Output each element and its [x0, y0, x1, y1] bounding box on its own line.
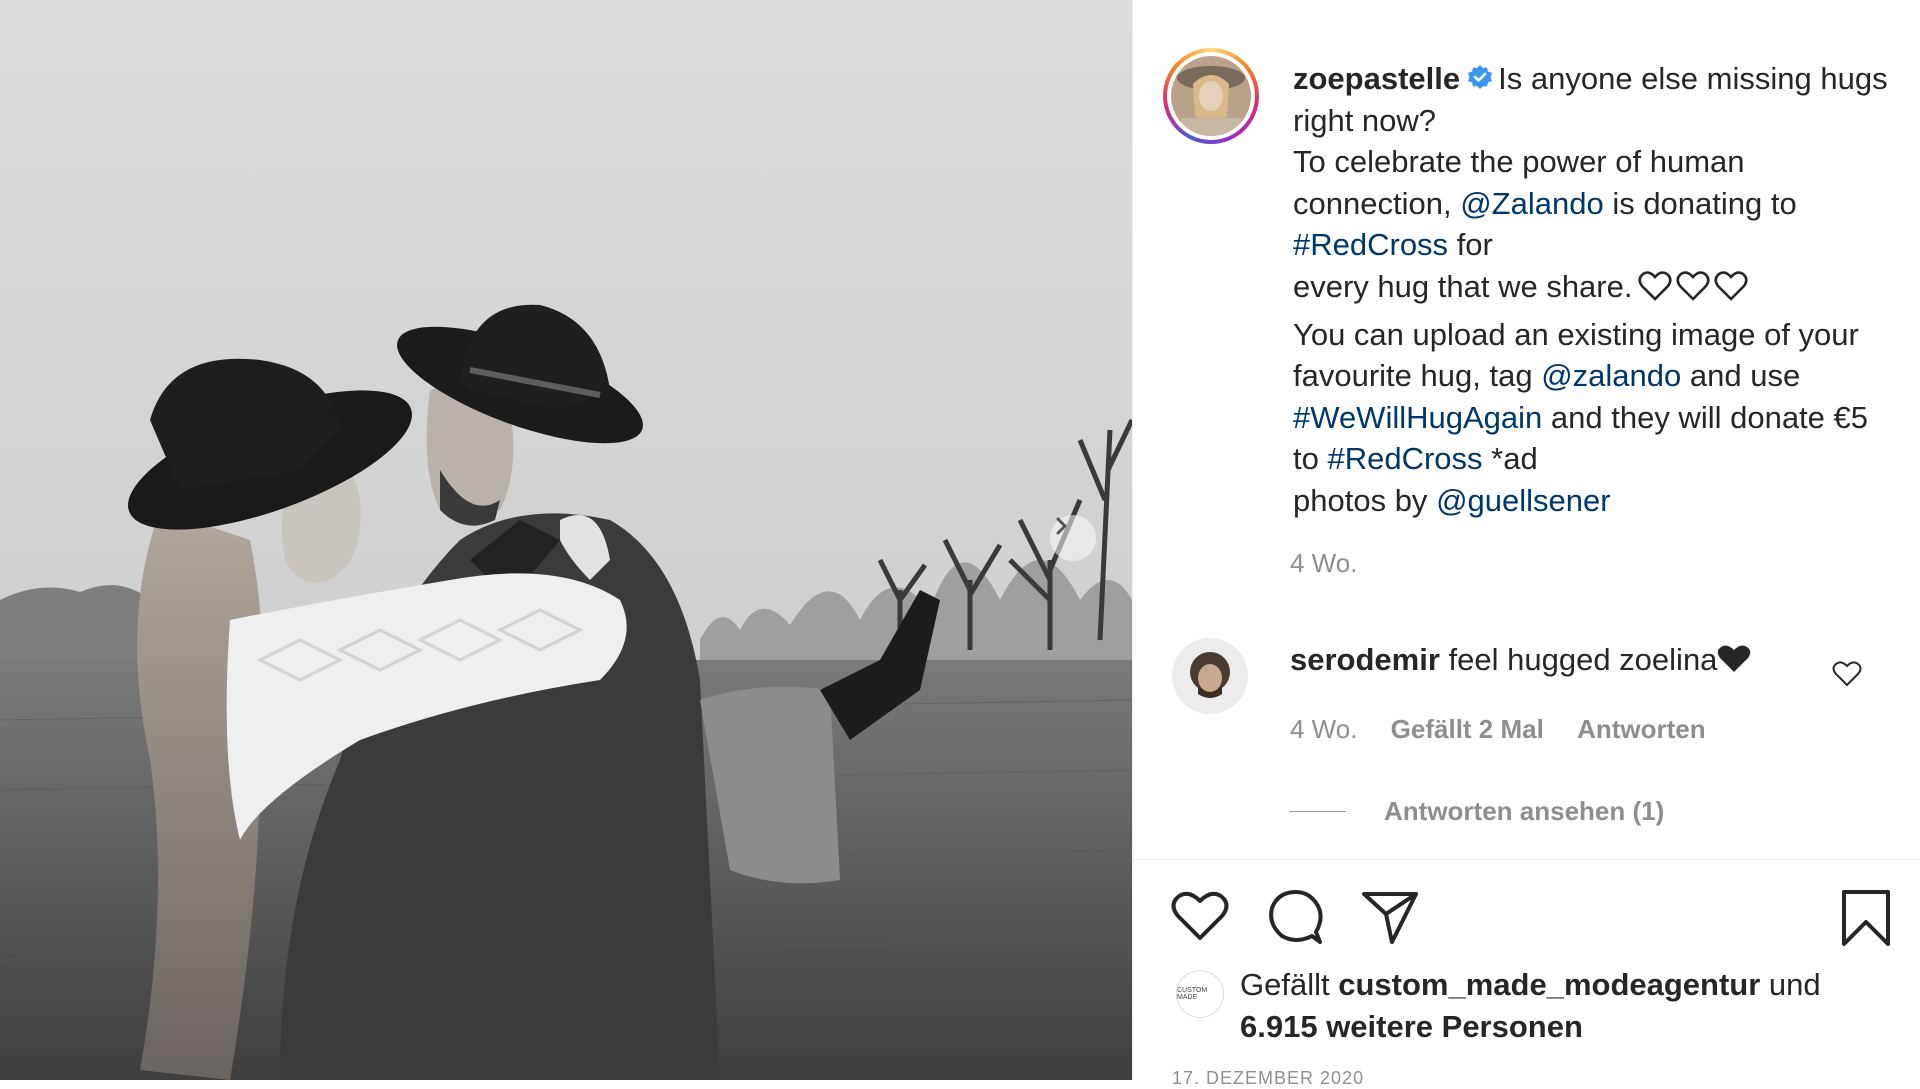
- share-button[interactable]: [1360, 888, 1420, 951]
- replies-divider: [1290, 811, 1346, 812]
- post-photo[interactable]: [0, 0, 1132, 1080]
- commenter-avatar[interactable]: [1172, 638, 1248, 714]
- profile-photo: [1171, 56, 1251, 136]
- avatar[interactable]: [1171, 56, 1251, 136]
- heart-emoji-icon: [1638, 269, 1749, 314]
- chevron-right-icon: [1056, 517, 1067, 535]
- heart-icon: [1171, 891, 1229, 940]
- caption-text: is donating to: [1612, 185, 1797, 221]
- likes-count-link[interactable]: 6.915 weitere Personen: [1240, 1009, 1583, 1044]
- liker-username[interactable]: custom_made_modeagentur: [1338, 967, 1760, 1002]
- comment-like-button[interactable]: [1832, 660, 1862, 693]
- post-date[interactable]: 17. DEZEMBER 2020: [1172, 1068, 1364, 1089]
- comment-username[interactable]: serodemir: [1290, 642, 1440, 677]
- section-divider: [1132, 859, 1920, 860]
- likes-prefix: Gefällt: [1240, 967, 1330, 1002]
- comment-text: feel hugged zoelina: [1448, 642, 1718, 677]
- story-ring[interactable]: [1163, 48, 1259, 144]
- comment-button[interactable]: [1266, 888, 1326, 951]
- black-heart-emoji-icon: [1718, 645, 1751, 672]
- caption-text: for: [1456, 227, 1493, 263]
- post-caption: zoepastelle Is anyone else missing hugs r…: [1293, 58, 1893, 522]
- verified-badge-icon: [1466, 61, 1494, 89]
- view-replies-label: Antworten ansehen (1): [1384, 796, 1665, 826]
- likes-summary: CUSTOM MADE Gefällt custom_made_modeagen…: [1176, 964, 1821, 1048]
- likes-conjunction: und: [1768, 967, 1821, 1002]
- commenter-photo: [1172, 638, 1248, 714]
- hashtag-link[interactable]: #RedCross: [1327, 441, 1482, 476]
- reply-button[interactable]: Antworten: [1577, 714, 1706, 744]
- liker-avatar[interactable]: CUSTOM MADE: [1176, 970, 1224, 1018]
- mention-link[interactable]: @Zalando: [1460, 186, 1604, 221]
- paper-plane-icon: [1362, 892, 1418, 944]
- comment: serodemir feel hugged zoelina: [1290, 642, 1751, 678]
- hashtag-link[interactable]: #RedCross: [1293, 227, 1448, 262]
- bookmark-icon: [1842, 890, 1890, 946]
- comment-meta: 4 Wo. Gefällt 2 Mal Antworten: [1290, 714, 1732, 745]
- post-timestamp[interactable]: 4 Wo.: [1290, 548, 1357, 579]
- like-button[interactable]: [1170, 888, 1230, 949]
- caption-username[interactable]: zoepastelle: [1293, 61, 1460, 96]
- hashtag-link[interactable]: #WeWillHugAgain: [1293, 400, 1542, 435]
- next-image-button[interactable]: [1050, 515, 1096, 561]
- comment-bubble-icon: [1269, 890, 1323, 944]
- post-details-panel: zoepastelle Is anyone else missing hugs r…: [1132, 0, 1920, 1080]
- heart-icon: [1832, 661, 1862, 687]
- photo-artwork: [0, 0, 1132, 1080]
- caption-text: and use: [1689, 358, 1801, 394]
- caption-text: *ad: [1491, 441, 1538, 477]
- mention-link[interactable]: @zalando: [1541, 358, 1681, 393]
- comment-likes[interactable]: Gefällt 2 Mal: [1391, 714, 1544, 744]
- comment-timestamp[interactable]: 4 Wo.: [1290, 714, 1357, 744]
- view-replies-button[interactable]: Antworten ansehen (1): [1290, 796, 1664, 827]
- liker-avatar-logo: CUSTOM MADE: [1177, 987, 1208, 1001]
- save-button[interactable]: [1840, 888, 1892, 953]
- caption-text: every hug that we share.: [1293, 268, 1633, 304]
- mention-link[interactable]: @guellsener: [1436, 483, 1611, 518]
- caption-text: photos by: [1293, 482, 1428, 518]
